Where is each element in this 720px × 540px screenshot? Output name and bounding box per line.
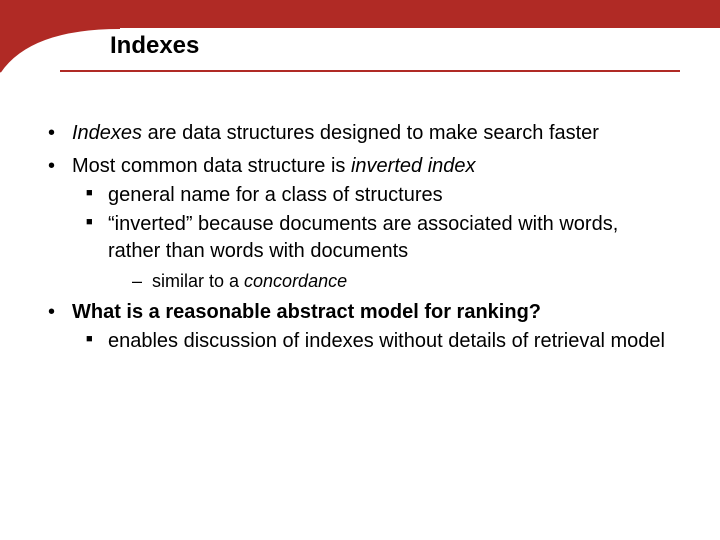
sub-bullet-item: “inverted” because documents are associa… [72,211,665,293]
text-run: enables discussion of indexes without de… [108,330,665,352]
text-bold: What is a reasonable abstract model for … [72,301,541,323]
corner-curve-decoration [0,0,120,75]
sub-bullet-item: general name for a class of structures [72,182,665,209]
bullet-item: What is a reasonable abstract model for … [40,299,665,355]
sub-sub-bullet-item: similar to a concordance [108,269,665,293]
text-run: Most common data structure is [72,155,351,177]
text-emphasis: concordance [244,271,347,291]
text-run: “inverted” because documents are associa… [108,213,618,262]
bullet-item: Indexes are data structures designed to … [40,120,665,147]
text-run: general name for a class of structures [108,184,443,206]
text-emphasis: inverted index [351,155,476,177]
text-run: similar to a [152,271,244,291]
bullet-item: Most common data structure is inverted i… [40,153,665,293]
slide: Indexes Indexes are data structures desi… [0,0,720,540]
sub-bullet-item: enables discussion of indexes without de… [72,328,665,355]
text-emphasis: Indexes [72,122,142,144]
title-underline [60,70,680,72]
slide-title: Indexes [110,28,199,60]
text-run: are data structures designed to make sea… [142,122,599,144]
slide-body: Indexes are data structures designed to … [40,120,665,361]
